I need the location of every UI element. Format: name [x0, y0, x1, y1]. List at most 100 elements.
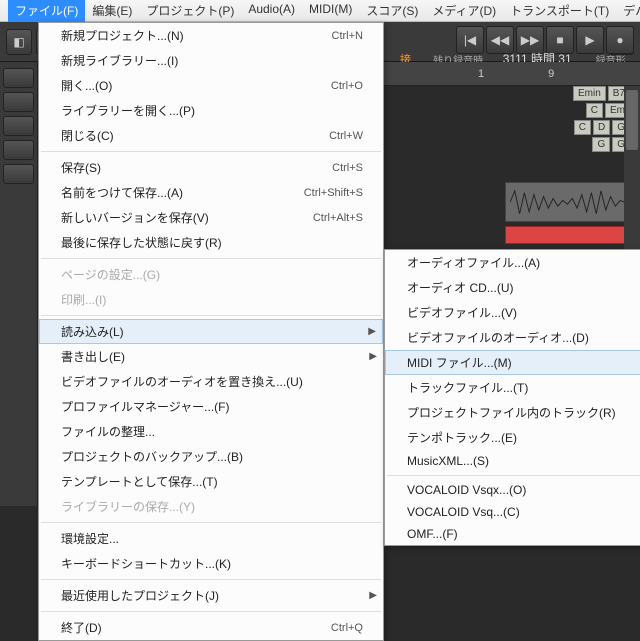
menu-item-label: MusicXML...(S) [407, 454, 489, 468]
menu-item[interactable]: VOCALOID Vsq...(C) [385, 501, 640, 523]
inspector-button[interactable] [3, 116, 34, 136]
menubar: ファイル(F)編集(E)プロジェクト(P)Audio(A)MIDI(M)スコア(… [0, 0, 640, 22]
menu-item-label: ビデオファイルのオーディオ...(D) [407, 329, 589, 346]
menu-item[interactable]: VOCALOID Vsqx...(O) [385, 479, 640, 501]
menu-item[interactable]: 環境設定... [39, 526, 383, 551]
ruler-mark: 1 [478, 68, 484, 80]
menu-スコア[interactable]: スコア(S) [359, 0, 425, 22]
scroll-thumb[interactable] [626, 90, 638, 150]
menu-item-label: VOCALOID Vsqx...(O) [407, 483, 526, 497]
menu-item[interactable]: テンプレートとして保存...(T) [39, 469, 383, 494]
record-button[interactable]: ● [606, 26, 634, 54]
audio-clip[interactable] [505, 182, 630, 222]
menu-item-label: テンポトラック...(E) [407, 429, 517, 446]
inspector-button[interactable] [3, 68, 34, 88]
midi-clip[interactable] [505, 226, 630, 244]
menu-デバイス[interactable]: デバイス(V) [616, 0, 640, 22]
menu-separator [41, 522, 381, 523]
menu-item-label: 最近使用したプロジェクト(J) [61, 587, 219, 604]
menu-item[interactable]: ビデオファイルのオーディオ...(D) [385, 325, 640, 350]
menu-item[interactable]: ライブラリーを開く...(P) [39, 98, 383, 123]
menu-メディア[interactable]: メディア(D) [425, 0, 503, 22]
menu-item-label: ページの設定...(G) [61, 266, 160, 283]
menu-audio[interactable]: Audio(A) [241, 0, 302, 22]
menu-item-label: トラックファイル...(T) [407, 379, 528, 396]
submenu-arrow-icon: ▶ [369, 590, 377, 601]
menu-編集[interactable]: 編集(E) [85, 0, 139, 22]
menu-item[interactable]: 開く...(O) Ctrl+O [39, 73, 383, 98]
menu-item[interactable]: 新しいバージョンを保存(V)Ctrl+Alt+S [39, 205, 383, 230]
menu-item[interactable]: オーディオ CD...(U) [385, 275, 640, 300]
menu-item-label: 閉じる(C) [61, 127, 114, 144]
file-menu-dropdown: 新規プロジェクト...(N)Ctrl+N 新規ライブラリー...(I) 開く...(… [38, 22, 384, 641]
menu-item-label: プロファイルマネージャー...(F) [61, 398, 230, 415]
menu-item[interactable]: 書き出し(E) ▶ [39, 344, 383, 369]
menu-item[interactable]: 最近使用したプロジェクト(J) ▶ [39, 583, 383, 608]
menu-shortcut: Ctrl+Q [331, 622, 363, 634]
menu-item-label: オーディオ CD...(U) [407, 279, 514, 296]
chord-event[interactable]: D [593, 120, 610, 135]
chord-event[interactable]: G [592, 137, 610, 152]
import-submenu-dropdown: オーディオファイル...(A) オーディオ CD...(U) ビデオファイル...(… [384, 249, 640, 546]
menu-item[interactable]: キーボードショートカット...(K) [39, 551, 383, 576]
inspector-button[interactable] [3, 92, 34, 112]
menu-separator [41, 258, 381, 259]
menu-item-label: 終了(D) [61, 619, 102, 636]
menu-item[interactable]: 終了(D) Ctrl+Q [39, 615, 383, 640]
menu-item-label: VOCALOID Vsq...(C) [407, 505, 520, 519]
menu-item[interactable]: テンポトラック...(E) [385, 425, 640, 450]
menu-item[interactable]: プロジェクトファイル内のトラック(R) [385, 400, 640, 425]
menu-item-label: 印刷...(I) [61, 291, 106, 308]
menu-item-label: ライブラリーを開く...(P) [61, 102, 195, 119]
menu-separator [41, 315, 381, 316]
menu-item[interactable]: オーディオファイル...(A) [385, 250, 640, 275]
menu-item[interactable]: トラックファイル...(T) [385, 375, 640, 400]
menu-item-label: ライブラリーの保存...(Y) [61, 498, 195, 515]
inspector-button[interactable] [3, 164, 34, 184]
menu-item[interactable]: プロファイルマネージャー...(F) [39, 394, 383, 419]
menu-ファイル[interactable]: ファイル(F) [8, 0, 85, 22]
menu-item[interactable]: MIDI ファイル...(M) [385, 350, 640, 375]
chord-event[interactable]: C [586, 103, 603, 118]
menu-item[interactable]: ビデオファイル...(V) [385, 300, 640, 325]
menu-midi[interactable]: MIDI(M) [302, 0, 359, 22]
menu-item-label: 書き出し(E) [61, 348, 125, 365]
menu-プロジェクト[interactable]: プロジェクト(P) [139, 0, 241, 22]
inspector-panel [0, 62, 38, 506]
menu-item[interactable]: MusicXML...(S) [385, 450, 640, 472]
menu-item[interactable]: 保存(S) Ctrl+S [39, 155, 383, 180]
tool-btn[interactable]: ◧ [6, 29, 32, 55]
menu-item[interactable]: ファイルの整理... [39, 419, 383, 444]
menu-item-label: ビデオファイル...(V) [407, 304, 517, 321]
menu-item[interactable]: 名前をつけて保存...(A)Ctrl+Shift+S [39, 180, 383, 205]
menu-item[interactable]: 最後に保存した状態に戻す(R) [39, 230, 383, 255]
menu-item[interactable]: OMF...(F) [385, 523, 640, 545]
menu-トランスポート[interactable]: トランスポート(T) [503, 0, 616, 22]
menu-item-label: 名前をつけて保存...(A) [61, 184, 183, 201]
inspector-button[interactable] [3, 140, 34, 160]
menu-item-label: 新規ライブラリー...(I) [61, 52, 178, 69]
menu-item[interactable]: 読み込み(L)▶ [39, 319, 383, 344]
chord-event[interactable]: C [574, 120, 591, 135]
menu-item[interactable]: プロジェクトのバックアップ...(B) [39, 444, 383, 469]
menu-shortcut: Ctrl+S [332, 162, 363, 174]
menu-item-label: プロジェクトファイル内のトラック(R) [407, 404, 616, 421]
chord-event[interactable]: Emin [573, 86, 606, 101]
menu-item-label: キーボードショートカット...(K) [61, 555, 231, 572]
menu-item-label: 新規プロジェクト...(N) [61, 27, 184, 44]
menu-item-label: OMF...(F) [407, 527, 458, 541]
menu-separator [41, 151, 381, 152]
menu-item[interactable]: 閉じる(C)Ctrl+W [39, 123, 383, 148]
menu-item[interactable]: 新規ライブラリー...(I) [39, 48, 383, 73]
menu-shortcut: Ctrl+O [331, 80, 363, 92]
menu-item: ページの設定...(G) [39, 262, 383, 287]
menu-item[interactable]: ビデオファイルのオーディオを置き換え...(U) [39, 369, 383, 394]
menu-item-label: 保存(S) [61, 159, 101, 176]
menu-item-label: 開く...(O) [61, 77, 112, 94]
prev-button[interactable]: |◀ [456, 26, 484, 54]
menu-item[interactable]: 新規プロジェクト...(N)Ctrl+N [39, 23, 383, 48]
menu-item-label: テンプレートとして保存...(T) [61, 473, 218, 490]
submenu-arrow-icon: ▶ [369, 351, 377, 362]
menu-item-label: 新しいバージョンを保存(V) [61, 209, 209, 226]
menu-item-label: ファイルの整理... [61, 423, 155, 440]
